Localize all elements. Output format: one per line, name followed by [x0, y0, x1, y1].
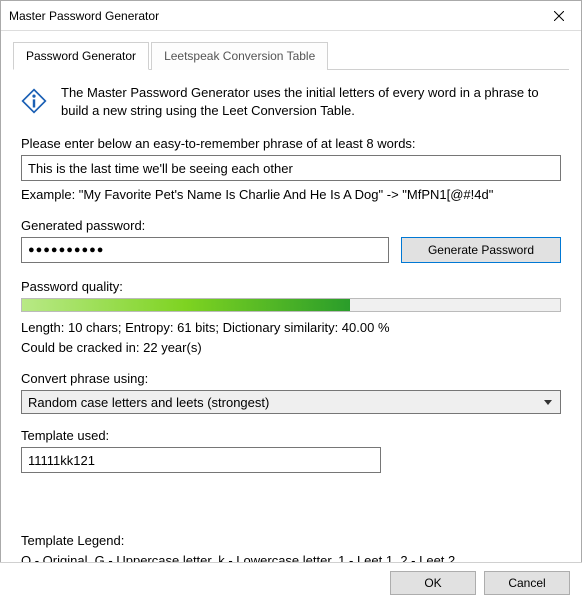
- window-title: Master Password Generator: [9, 9, 159, 23]
- titlebar: Master Password Generator: [1, 1, 581, 31]
- stats-line-2: Could be cracked in: 22 year(s): [21, 338, 561, 358]
- quality-stats: Length: 10 chars; Entropy: 61 bits; Dict…: [21, 318, 561, 357]
- template-label: Template used:: [21, 428, 561, 443]
- stats-line-1: Length: 10 chars; Entropy: 61 bits; Dict…: [21, 318, 561, 338]
- close-button[interactable]: [536, 1, 581, 30]
- close-icon: [554, 11, 564, 21]
- phrase-input[interactable]: [21, 155, 561, 181]
- phrase-label: Please enter below an easy-to-remember p…: [21, 136, 561, 151]
- generated-password-field[interactable]: [21, 237, 389, 263]
- tab-password-generator[interactable]: Password Generator: [13, 42, 149, 70]
- content-area: Password Generator Leetspeak Conversion …: [1, 31, 581, 578]
- generated-row: Generate Password: [21, 237, 561, 263]
- dialog-footer: OK Cancel: [0, 562, 582, 603]
- tab-pane: The Master Password Generator uses the i…: [13, 70, 569, 578]
- generated-label: Generated password:: [21, 218, 561, 233]
- tab-bar: Password Generator Leetspeak Conversion …: [13, 41, 569, 70]
- generate-password-button[interactable]: Generate Password: [401, 237, 561, 263]
- convert-label: Convert phrase using:: [21, 371, 561, 386]
- info-text: The Master Password Generator uses the i…: [61, 84, 561, 120]
- cancel-button[interactable]: Cancel: [484, 571, 570, 595]
- convert-selected-value: Random case letters and leets (strongest…: [28, 395, 269, 410]
- info-icon: [21, 88, 47, 114]
- quality-label: Password quality:: [21, 279, 561, 294]
- template-input[interactable]: [21, 447, 381, 473]
- info-row: The Master Password Generator uses the i…: [21, 84, 561, 120]
- phrase-example: Example: "My Favorite Pet's Name Is Char…: [21, 187, 561, 202]
- ok-button[interactable]: OK: [390, 571, 476, 595]
- quality-fill: [22, 299, 350, 311]
- legend-title: Template Legend:: [21, 531, 561, 551]
- quality-bar: [21, 298, 561, 312]
- convert-select[interactable]: Random case letters and leets (strongest…: [21, 390, 561, 414]
- tab-leetspeak-table[interactable]: Leetspeak Conversion Table: [151, 42, 328, 70]
